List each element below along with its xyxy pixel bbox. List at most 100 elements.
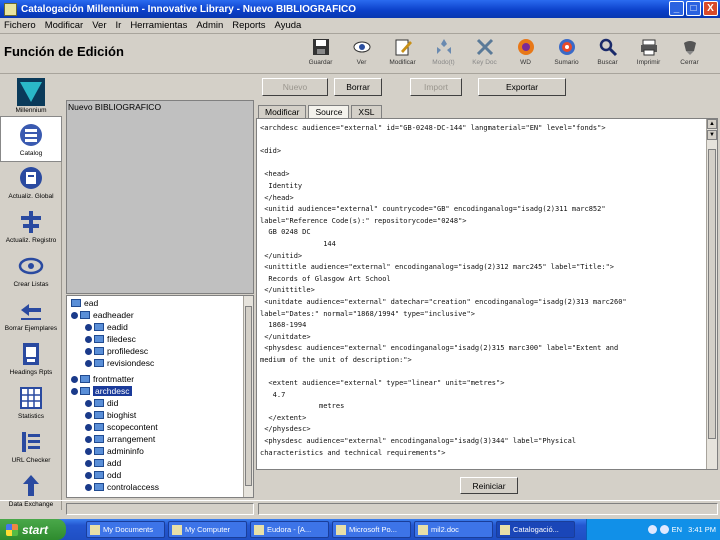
tree-node-archdesc[interactable]: archdesc: [71, 386, 132, 396]
expand-toggle-icon[interactable]: [85, 323, 92, 331]
tree-node-profiledesc[interactable]: profiledesc: [85, 346, 148, 356]
tab-xsl[interactable]: XSL: [351, 105, 382, 118]
search-button[interactable]: Buscar: [587, 35, 628, 73]
expand-toggle-icon[interactable]: [85, 423, 92, 431]
menu-admin[interactable]: Admin: [196, 20, 223, 31]
tray-icon[interactable]: [659, 525, 669, 534]
mode-button[interactable]: Modo(t): [423, 35, 464, 73]
tree-node-eadheader[interactable]: eadheader: [71, 310, 134, 320]
menu-ayuda[interactable]: Ayuda: [275, 20, 302, 31]
save-button[interactable]: Guardar: [300, 35, 341, 73]
menu-bar: Fichero Modificar Ver Ir Herramientas Ad…: [0, 18, 720, 34]
tray-icon[interactable]: [647, 525, 657, 534]
expand-toggle-icon[interactable]: [85, 471, 92, 479]
tree-node-filedesc[interactable]: filedesc: [85, 334, 136, 344]
tree-node-admininfo[interactable]: admininfo: [85, 446, 144, 456]
start-button[interactable]: start: [0, 519, 66, 540]
menu-modificar[interactable]: Modificar: [45, 20, 84, 31]
tree-node-odd[interactable]: odd: [85, 470, 121, 480]
task-catalogacion[interactable]: Catalogació...: [496, 521, 575, 538]
task-powerpoint[interactable]: Microsoft Po...: [332, 521, 411, 538]
folder-icon: [80, 387, 90, 395]
language-indicator[interactable]: EN: [672, 525, 682, 534]
expand-toggle-icon[interactable]: [85, 435, 92, 443]
tab-modificar[interactable]: Modificar: [258, 105, 307, 118]
modify-button[interactable]: Modificar: [382, 35, 423, 73]
source-line: <unitdate audience="external" datechar="…: [260, 297, 627, 306]
import-button[interactable]: Import: [410, 78, 462, 96]
sidebar-item-catalog[interactable]: Catalog: [0, 116, 62, 162]
millennium-logo-icon: [17, 78, 45, 106]
scroll-down-icon[interactable]: ▼: [707, 130, 717, 140]
sidebar-item-delete-items[interactable]: Borrar Ejemplares: [0, 292, 62, 338]
expand-toggle-icon[interactable]: [85, 335, 92, 343]
sidebar-item-record-update[interactable]: Actualiz. Registro: [0, 204, 62, 250]
expand-toggle-icon[interactable]: [85, 399, 92, 407]
tree-node-revisiondesc[interactable]: revisiondesc: [85, 358, 154, 368]
tree-node-did[interactable]: did: [85, 398, 118, 408]
editor-scrollbar[interactable]: ▲ ▼: [706, 119, 717, 469]
folder-icon: [94, 435, 104, 443]
delete-button[interactable]: Borrar: [334, 78, 382, 96]
key-doc-button[interactable]: Key Doc: [464, 35, 505, 73]
expand-toggle-icon[interactable]: [85, 359, 92, 367]
tree-node-arrangement[interactable]: arrangement: [85, 434, 155, 444]
task-my-computer[interactable]: My Computer: [168, 521, 247, 538]
scroll-up-icon[interactable]: ▲: [707, 119, 717, 129]
export-button[interactable]: Exportar: [478, 78, 566, 96]
reinit-button[interactable]: Reiniciar: [460, 477, 518, 494]
folder-icon: [94, 423, 104, 431]
action-buttons: Nuevo Borrar Import Exportar: [262, 78, 572, 98]
sidebar-item-global-update[interactable]: Actualiz. Global: [0, 160, 62, 206]
tree-node-ead[interactable]: ead: [71, 298, 98, 308]
task-word-doc[interactable]: mil2.doc: [414, 521, 493, 538]
tree-node-controlaccess[interactable]: controlaccess: [85, 482, 159, 492]
menu-fichero[interactable]: Fichero: [4, 20, 36, 31]
sidebar-item-headings[interactable]: Headings Rpts: [0, 336, 62, 382]
sidebar-item-create-lists[interactable]: Crear Listas: [0, 248, 62, 294]
tree-node-scopecontent[interactable]: scopecontent: [85, 422, 158, 432]
maximize-button[interactable]: □: [686, 1, 701, 16]
tree-node-eadid[interactable]: eadid: [85, 322, 128, 332]
close-window-button[interactable]: X: [703, 1, 718, 16]
tree-scrollbar[interactable]: [243, 296, 253, 497]
tab-source[interactable]: Source: [308, 105, 350, 118]
expand-toggle-icon[interactable]: [71, 375, 78, 383]
expand-toggle-icon[interactable]: [85, 411, 92, 419]
expand-toggle-icon[interactable]: [71, 311, 78, 319]
tree-scroll-thumb[interactable]: [245, 306, 252, 486]
wd-button[interactable]: WD: [505, 35, 546, 73]
expand-toggle-icon[interactable]: [85, 459, 92, 467]
sidebar-item-millennium[interactable]: Millennium: [0, 74, 62, 120]
xml-source-editor[interactable]: <archdesc audience="external" id="GB-024…: [256, 118, 718, 470]
expand-toggle-icon[interactable]: [85, 447, 92, 455]
menu-ir[interactable]: Ir: [116, 20, 122, 31]
summary-icon: [558, 39, 575, 55]
source-line: <head>: [260, 170, 290, 179]
sidebar-item-statistics[interactable]: Statistics: [0, 380, 62, 426]
expand-toggle-icon[interactable]: [71, 387, 78, 395]
editor-scroll-thumb[interactable]: [708, 149, 716, 439]
close-button[interactable]: Cerrar: [669, 35, 710, 73]
expand-toggle-icon[interactable]: [85, 347, 92, 355]
sidebar-item-url-checker[interactable]: URL Checker: [0, 424, 62, 470]
tree-node-add[interactable]: add: [85, 458, 121, 468]
ead-tree[interactable]: ead eadheader eadid filedesc profiledesc…: [66, 295, 254, 498]
menu-ver[interactable]: Ver: [92, 20, 106, 31]
tree-node-bioghist[interactable]: bioghist: [85, 410, 136, 420]
menu-herramientas[interactable]: Herramientas: [130, 20, 187, 31]
summary-button[interactable]: Sumario: [546, 35, 587, 73]
view-button[interactable]: Ver: [341, 35, 382, 73]
expand-toggle-icon[interactable]: [85, 483, 92, 491]
powerpoint-icon: [336, 524, 346, 535]
minimize-button[interactable]: _: [669, 1, 684, 16]
task-eudora[interactable]: Eudora - [A...: [250, 521, 329, 538]
menu-reports[interactable]: Reports: [232, 20, 265, 31]
new-button[interactable]: Nuevo: [262, 78, 328, 96]
source-line: </head>: [260, 193, 294, 202]
task-my-documents[interactable]: My Documents: [86, 521, 165, 538]
tree-node-frontmatter[interactable]: frontmatter: [71, 374, 134, 384]
status-pane: [258, 503, 718, 515]
xml-source-text[interactable]: <archdesc audience="external" id="GB-024…: [260, 123, 708, 459]
print-button[interactable]: Imprimir: [628, 35, 669, 73]
